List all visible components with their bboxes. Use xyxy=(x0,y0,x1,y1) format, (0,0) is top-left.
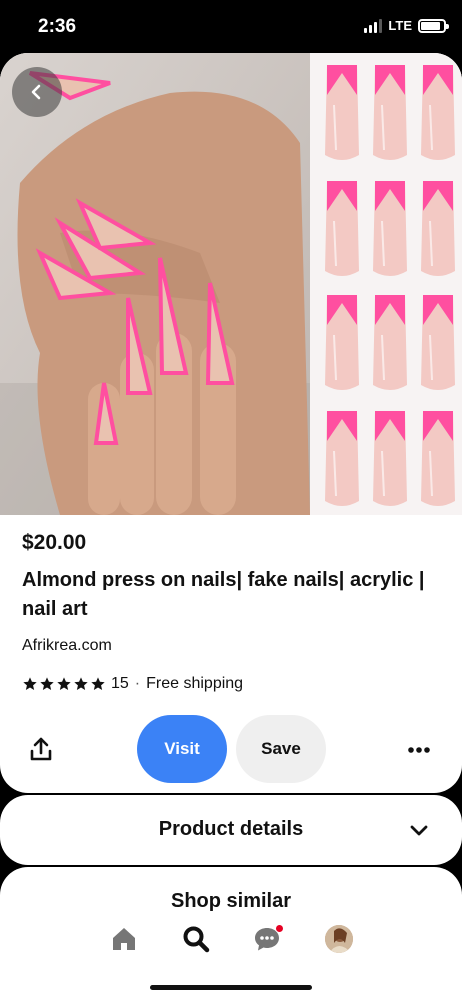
star-rating xyxy=(22,676,106,692)
status-indicators: LTE xyxy=(364,18,449,33)
search-icon xyxy=(183,926,210,953)
nav-messages[interactable] xyxy=(250,922,284,956)
bottom-nav xyxy=(0,912,462,1000)
home-icon xyxy=(113,928,135,950)
action-bar: Visit Save xyxy=(0,715,462,783)
battery-fill xyxy=(421,21,440,30)
save-button[interactable]: Save xyxy=(236,715,326,783)
avatar-image xyxy=(325,925,353,953)
product-details-section[interactable]: Product details xyxy=(0,795,462,865)
nail-tip xyxy=(373,65,407,160)
nail-photo xyxy=(0,53,462,515)
nav-profile[interactable] xyxy=(322,922,356,956)
more-dots-icon xyxy=(408,747,430,753)
separator: · xyxy=(134,675,141,692)
chevron-down-icon xyxy=(410,825,428,836)
pin-card: $20.00 Almond press on nails| fake nails… xyxy=(0,53,462,793)
share-button[interactable] xyxy=(26,735,56,765)
review-count: 15 xyxy=(111,675,129,692)
source-link[interactable]: Afrikrea.com xyxy=(22,637,112,655)
nail-tip xyxy=(325,295,359,390)
star-icon xyxy=(57,677,71,690)
star-icon xyxy=(23,677,37,690)
profile-avatar xyxy=(325,925,353,953)
nail-tip xyxy=(325,411,359,506)
share-icon xyxy=(30,737,52,761)
shipping-info: Free shipping xyxy=(146,675,244,692)
back-button[interactable] xyxy=(12,67,62,117)
nail-tip xyxy=(421,295,455,390)
rating-row: 15 · Free shipping xyxy=(22,675,243,693)
nail-tip xyxy=(421,181,455,276)
status-time: 2:36 xyxy=(38,16,77,37)
star-icon xyxy=(91,677,105,690)
nav-search[interactable] xyxy=(179,922,213,956)
battery-icon xyxy=(418,18,449,33)
nail-tip xyxy=(373,181,407,276)
pin-title: Almond press on nails| fake nails| acryl… xyxy=(22,569,425,620)
nail-tip xyxy=(325,65,359,160)
nail-tip xyxy=(325,181,359,276)
nail-tip xyxy=(373,295,407,390)
status-bar: 2:36 LTE xyxy=(0,0,462,52)
pin-image[interactable] xyxy=(0,53,462,515)
nail-tip xyxy=(421,411,455,506)
network-label: LTE xyxy=(388,18,412,33)
star-icon xyxy=(40,677,54,690)
product-details-label: Product details xyxy=(158,818,304,840)
chevron-left-icon xyxy=(31,84,41,100)
home-indicator xyxy=(150,985,312,990)
notification-dot xyxy=(275,924,284,933)
signal-icon xyxy=(364,18,383,33)
nav-home[interactable] xyxy=(107,922,141,956)
nail-tip xyxy=(373,411,407,506)
nail-tip xyxy=(421,65,455,160)
visit-button[interactable]: Visit xyxy=(137,715,227,783)
star-icon xyxy=(74,677,88,690)
product-price: $20.00 xyxy=(22,531,87,554)
more-options-button[interactable] xyxy=(404,735,434,765)
shop-similar-label: Shop similar xyxy=(170,890,292,912)
